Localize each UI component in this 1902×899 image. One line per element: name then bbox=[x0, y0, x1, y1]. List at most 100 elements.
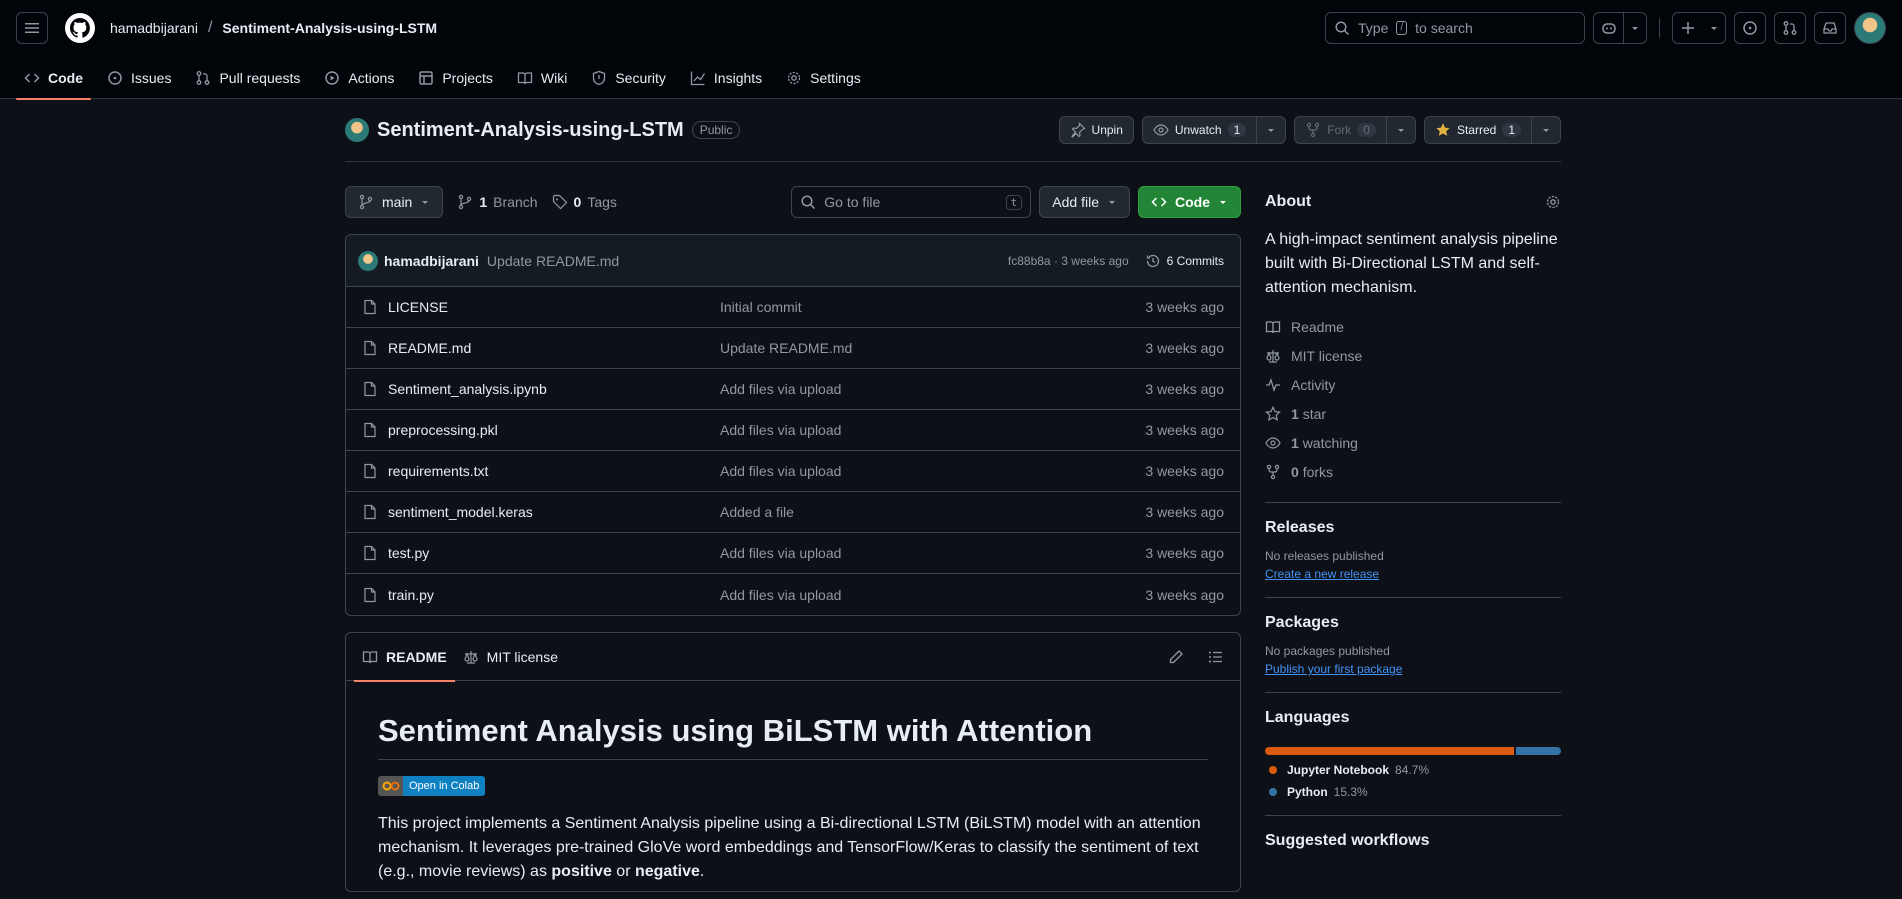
tab-security[interactable]: Security bbox=[583, 56, 674, 99]
copilot-button[interactable] bbox=[1593, 12, 1647, 44]
activity-link[interactable]: Activity bbox=[1265, 370, 1561, 399]
inbox-button[interactable] bbox=[1814, 12, 1846, 44]
create-dropdown-chevron-icon[interactable] bbox=[1703, 13, 1725, 43]
table-row[interactable]: requirements.txt Add files via upload 3 we… bbox=[346, 451, 1240, 492]
code-dropdown-button[interactable]: Code bbox=[1138, 186, 1241, 218]
forks-link[interactable]: 0 forks bbox=[1265, 457, 1561, 486]
tab-pull-requests[interactable]: Pull requests bbox=[187, 56, 308, 99]
file-commit-message[interactable]: Add files via upload bbox=[720, 545, 1145, 561]
commit-author[interactable]: hamadbijarani bbox=[384, 253, 479, 269]
table-row[interactable]: README.md Update README.md 3 weeks ago bbox=[346, 328, 1240, 369]
tab-settings[interactable]: Settings bbox=[778, 56, 869, 99]
repo-owner-avatar[interactable] bbox=[345, 118, 369, 142]
inbox-icon bbox=[1823, 22, 1837, 34]
tab-code[interactable]: Code bbox=[16, 56, 91, 100]
starred-label: Starred bbox=[1456, 123, 1497, 137]
file-name[interactable]: sentiment_model.keras bbox=[388, 504, 720, 520]
go-to-file-input[interactable]: Go to file t bbox=[791, 186, 1032, 218]
plus-icon[interactable] bbox=[1673, 13, 1703, 43]
branch-selector[interactable]: main bbox=[345, 186, 444, 218]
watch-dropdown-button[interactable] bbox=[1257, 116, 1287, 144]
commit-author-avatar[interactable] bbox=[358, 250, 378, 271]
tags-link[interactable]: 0 Tags bbox=[552, 194, 617, 210]
commits-link[interactable]: 6 Commits bbox=[1145, 253, 1224, 269]
tab-label: Actions bbox=[348, 69, 395, 86]
copilot-dropdown-chevron-icon[interactable] bbox=[1624, 13, 1646, 43]
tab-label: Code bbox=[48, 69, 83, 86]
pull-requests-button[interactable] bbox=[1774, 12, 1806, 44]
language-bar-segment bbox=[1265, 747, 1515, 755]
starred-button[interactable]: Starred 1 bbox=[1423, 116, 1532, 144]
file-name[interactable]: train.py bbox=[388, 587, 720, 603]
issues-button[interactable] bbox=[1734, 12, 1766, 44]
fork-button[interactable]: Fork 0 bbox=[1294, 116, 1387, 144]
table-row[interactable]: sentiment_model.keras Added a file 3 weeks… bbox=[346, 492, 1240, 533]
file-commit-message[interactable]: Add files via upload bbox=[720, 587, 1145, 603]
languages-section: Languages Jupyter Notebook 84.7% Python 15.… bbox=[1265, 692, 1561, 799]
unwatch-button[interactable]: Unwatch 1 bbox=[1141, 116, 1258, 144]
create-release-link[interactable]: Create a new release bbox=[1265, 567, 1561, 581]
star-dropdown-button[interactable] bbox=[1532, 116, 1561, 144]
user-avatar[interactable] bbox=[1854, 12, 1886, 44]
global-search[interactable]: Type / to search bbox=[1325, 12, 1585, 44]
chevron-down-icon bbox=[422, 201, 429, 204]
file-name[interactable]: preprocessing.pkl bbox=[388, 422, 720, 438]
packages-section: Packages No packages published Publish y… bbox=[1265, 597, 1561, 676]
unpin-button[interactable]: Unpin bbox=[1058, 116, 1134, 144]
add-file-button[interactable]: Add file bbox=[1039, 186, 1130, 218]
tab-readme[interactable]: README bbox=[354, 633, 455, 682]
file-rows: LICENSE Initial commit 3 weeks ago README.m… bbox=[346, 287, 1240, 615]
github-logo-icon[interactable] bbox=[64, 12, 96, 44]
language-item[interactable]: Python 15.3% bbox=[1265, 785, 1561, 799]
readme-tabs: README MIT license bbox=[346, 633, 1240, 682]
branch-count: 1 bbox=[479, 194, 488, 210]
create-new-button[interactable] bbox=[1672, 12, 1726, 44]
packages-title[interactable]: Packages bbox=[1265, 614, 1561, 632]
pencil-icon[interactable] bbox=[1160, 641, 1192, 673]
watching-link[interactable]: 1 watching bbox=[1265, 428, 1561, 457]
readme-paragraph-text: This project implements a Sentiment Anal… bbox=[378, 815, 1201, 880]
tab-license[interactable]: MIT license bbox=[455, 633, 566, 681]
commit-meta[interactable]: fc88b8a · 3 weeks ago bbox=[1008, 254, 1129, 268]
tab-wiki[interactable]: Wiki bbox=[509, 56, 575, 99]
stars-link[interactable]: 1 star bbox=[1265, 399, 1561, 428]
gear-icon[interactable] bbox=[1545, 194, 1561, 210]
language-item[interactable]: Jupyter Notebook 84.7% bbox=[1265, 763, 1561, 777]
tab-projects[interactable]: Projects bbox=[410, 56, 501, 99]
table-row[interactable]: test.py Add files via upload 3 weeks ago bbox=[346, 533, 1240, 574]
table-row[interactable]: Sentiment_analysis.ipynb Add files via up… bbox=[346, 369, 1240, 410]
table-row[interactable]: preprocessing.pkl Add files via upload 3 w… bbox=[346, 410, 1240, 451]
releases-title[interactable]: Releases bbox=[1265, 519, 1561, 537]
open-in-colab-badge[interactable]: Open in Colab bbox=[378, 776, 486, 796]
hamburger-menu-button[interactable] bbox=[16, 12, 48, 44]
owner-link[interactable]: hamadbijarani bbox=[110, 20, 198, 36]
file-commit-message[interactable]: Add files via upload bbox=[720, 463, 1145, 479]
readme-link[interactable]: Readme bbox=[1265, 312, 1561, 341]
file-name[interactable]: Sentiment_analysis.ipynb bbox=[388, 381, 720, 397]
chevron-down-icon bbox=[1220, 201, 1226, 204]
language-list: Jupyter Notebook 84.7% Python 15.3% bbox=[1265, 763, 1561, 799]
tab-issues[interactable]: Issues bbox=[99, 56, 179, 99]
tab-actions[interactable]: Actions bbox=[316, 56, 402, 99]
repo-title[interactable]: Sentiment-Analysis-using-LSTM bbox=[377, 119, 684, 142]
table-row[interactable]: train.py Add files via upload 3 weeks ago bbox=[346, 574, 1240, 615]
repo-link[interactable]: Sentiment-Analysis-using-LSTM bbox=[222, 20, 437, 36]
commit-message[interactable]: Update README.md bbox=[487, 253, 619, 269]
publish-package-link[interactable]: Publish your first package bbox=[1265, 662, 1561, 676]
file-name[interactable]: LICENSE bbox=[388, 299, 720, 315]
file-name[interactable]: test.py bbox=[388, 545, 720, 561]
list-outline-icon[interactable] bbox=[1200, 641, 1232, 673]
fork-dropdown-button[interactable] bbox=[1386, 116, 1416, 144]
file-name[interactable]: README.md bbox=[388, 340, 720, 356]
license-link[interactable]: MIT license bbox=[1265, 341, 1561, 370]
tab-insights[interactable]: Insights bbox=[682, 56, 770, 99]
file-commit-message[interactable]: Add files via upload bbox=[720, 381, 1145, 397]
file-commit-message[interactable]: Initial commit bbox=[720, 299, 1145, 315]
branches-link[interactable]: 1 Branch bbox=[457, 194, 538, 210]
file-commit-message[interactable]: Add files via upload bbox=[720, 422, 1145, 438]
file-commit-message[interactable]: Added a file bbox=[720, 504, 1145, 520]
copilot-icon[interactable] bbox=[1594, 13, 1624, 43]
table-row[interactable]: LICENSE Initial commit 3 weeks ago bbox=[346, 287, 1240, 328]
file-name[interactable]: requirements.txt bbox=[388, 463, 720, 479]
file-commit-message[interactable]: Update README.md bbox=[720, 340, 1145, 356]
